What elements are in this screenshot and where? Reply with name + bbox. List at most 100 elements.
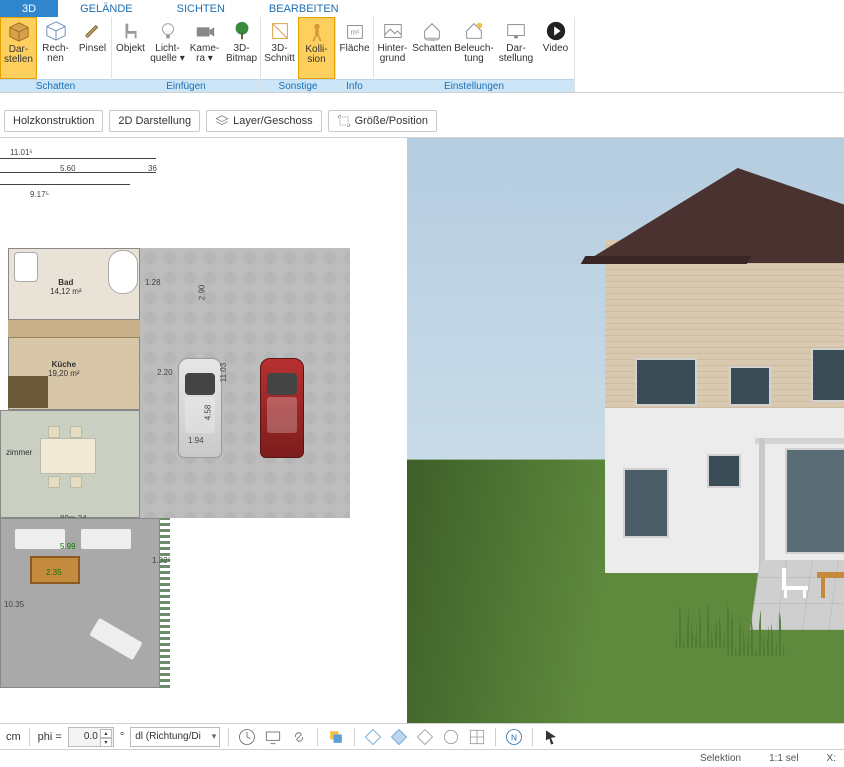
plan-2d-view[interactable]: 11.01⁵ 5.60 36 9.17⁵ 2.90 2.20 11.03 4.5… xyxy=(0,138,407,723)
room-label: zimmer xyxy=(6,448,32,457)
label: stellen xyxy=(4,55,33,65)
darstellung-button[interactable]: Dar-stellung xyxy=(495,17,537,79)
tab-gelaende[interactable]: GELÄNDE xyxy=(58,0,155,17)
area-icon: m² xyxy=(344,20,366,42)
pinsel-button[interactable]: Pinsel xyxy=(74,17,111,79)
monitor-small-icon[interactable] xyxy=(263,727,283,747)
kamera-button[interactable]: Kame-ra ▾ xyxy=(186,17,223,79)
label: Schnitt xyxy=(264,54,295,64)
svg-text:N: N xyxy=(511,732,517,742)
bulb-icon xyxy=(157,20,179,42)
kollision-button[interactable]: Kolli-sion xyxy=(298,17,335,79)
cube-icon xyxy=(8,21,30,43)
darstellen-button[interactable]: Dar-stellen xyxy=(0,17,37,79)
lichtquelle-button[interactable]: Licht-quelle ▾ xyxy=(149,17,186,79)
objekt-button[interactable]: Objekt xyxy=(112,17,149,79)
phi-label: phi = xyxy=(38,731,62,743)
label: ra ▾ xyxy=(190,54,219,64)
clock-icon[interactable] xyxy=(237,727,257,747)
ribbon-group-schatten: Dar-stellen Rech-nen Pinsel Schatten xyxy=(0,17,112,92)
monitor-icon xyxy=(505,20,527,42)
mode-dropdown[interactable]: dl (Richtung/Di xyxy=(130,727,220,747)
group-label: Einstellungen xyxy=(374,79,574,92)
content-area: 11.01⁵ 5.60 36 9.17⁵ 2.90 2.20 11.03 4.5… xyxy=(0,138,844,723)
layer-geschoss-button[interactable]: Layer/Geschoss xyxy=(206,110,321,132)
label: Größe/Position xyxy=(355,115,428,127)
groesse-position-button[interactable]: Größe/Position xyxy=(328,110,437,132)
chair xyxy=(70,476,82,488)
phi-input[interactable]: 0.0 ▴▾ xyxy=(68,727,114,747)
status-bar: Selektion 1:1 sel X: xyxy=(0,749,844,767)
chair-icon xyxy=(120,20,142,42)
tab-sichten[interactable]: SICHTEN xyxy=(155,0,247,17)
label: Schatten xyxy=(412,44,451,54)
room-label: Küche19,20 m² xyxy=(48,360,80,378)
label: 2D Darstellung xyxy=(118,115,191,127)
flaeche-button[interactable]: m² Fläche xyxy=(336,17,373,79)
beleuchtung-button[interactable]: Beleuch-tung xyxy=(453,17,495,79)
cursor-icon[interactable] xyxy=(541,727,561,747)
hintergrund-button[interactable]: Hinter-grund xyxy=(374,17,411,79)
unit-label: cm xyxy=(6,731,21,743)
label: tung xyxy=(454,54,493,64)
label: Holzkonstruktion xyxy=(13,115,94,127)
link-icon[interactable] xyxy=(289,727,309,747)
chair xyxy=(48,426,60,438)
ribbon-group-einstellungen: Hinter-grund Schatten Beleuch-tung Dar-s… xyxy=(374,17,575,92)
chair3d xyxy=(782,568,808,598)
picture-icon xyxy=(382,20,404,42)
dim-label: 2.35 xyxy=(46,568,62,577)
degree-label: ° xyxy=(120,731,124,743)
status-scale: 1:1 sel xyxy=(769,753,798,764)
schatten-button[interactable]: Schatten xyxy=(411,17,453,79)
driveway xyxy=(140,248,350,518)
snap1-icon[interactable] xyxy=(363,727,383,747)
dining-table xyxy=(40,438,96,474)
snap4-icon[interactable] xyxy=(441,727,461,747)
snap2-icon[interactable] xyxy=(389,727,409,747)
room-label: Bad14,12 m² xyxy=(50,278,82,296)
tab-bearbeiten[interactable]: BEARBEITEN xyxy=(247,0,361,17)
toilet-icon xyxy=(14,252,38,282)
ribbon: Dar-stellen Rech-nen Pinsel Schatten Obj… xyxy=(0,17,844,93)
tab-3d[interactable]: 3D xyxy=(0,0,58,17)
darstellung2d-button[interactable]: 2D Darstellung xyxy=(109,110,200,132)
car-red xyxy=(260,358,304,458)
holzkonstruktion-button[interactable]: Holzkonstruktion xyxy=(4,110,103,132)
label: quelle ▾ xyxy=(150,54,185,64)
camera-icon xyxy=(194,20,216,42)
value: 0.0 xyxy=(84,731,98,742)
group-label: Info xyxy=(336,79,373,92)
status-selektion: Selektion xyxy=(700,753,741,764)
sofa xyxy=(14,528,66,550)
spin-down-icon[interactable]: ▾ xyxy=(100,738,112,747)
rechnen-button[interactable]: Rech-nen xyxy=(37,17,74,79)
video-button[interactable]: Video xyxy=(537,17,574,79)
bottom-toolbar: cm phi = 0.0 ▴▾ ° dl (Richtung/Di N xyxy=(0,723,844,749)
play-icon xyxy=(545,20,567,42)
snap3-icon[interactable] xyxy=(415,727,435,747)
label: Layer/Geschoss xyxy=(233,115,312,127)
grid-icon[interactable] xyxy=(467,727,487,747)
schnitt3d-button[interactable]: 3D-Schnitt xyxy=(261,17,298,79)
chair xyxy=(48,476,60,488)
dim-label: 4.58 xyxy=(203,405,212,421)
tree-icon xyxy=(231,20,253,42)
group-label: Einfügen xyxy=(112,79,260,92)
sofa xyxy=(80,528,132,550)
render-3d-view[interactable] xyxy=(407,138,844,723)
bitmap3d-button[interactable]: 3D-Bitmap xyxy=(223,17,260,79)
label: Bitmap xyxy=(226,54,257,64)
main-tabstrip: 3D GELÄNDE SICHTEN BEARBEITEN xyxy=(0,0,844,17)
dim-label: 11.01⁵ xyxy=(10,148,33,157)
svg-text:m²: m² xyxy=(350,28,359,37)
dim-label: 11.03 xyxy=(219,363,228,382)
north-icon[interactable]: N xyxy=(504,727,524,747)
counter xyxy=(8,376,48,408)
label: Fläche xyxy=(339,44,369,54)
layer1-icon[interactable] xyxy=(326,727,346,747)
spin-up-icon[interactable]: ▴ xyxy=(100,729,112,738)
label: Objekt xyxy=(116,44,145,54)
ribbon-group-info: m² Fläche Info xyxy=(336,17,374,92)
house-shadow-icon xyxy=(421,20,443,42)
